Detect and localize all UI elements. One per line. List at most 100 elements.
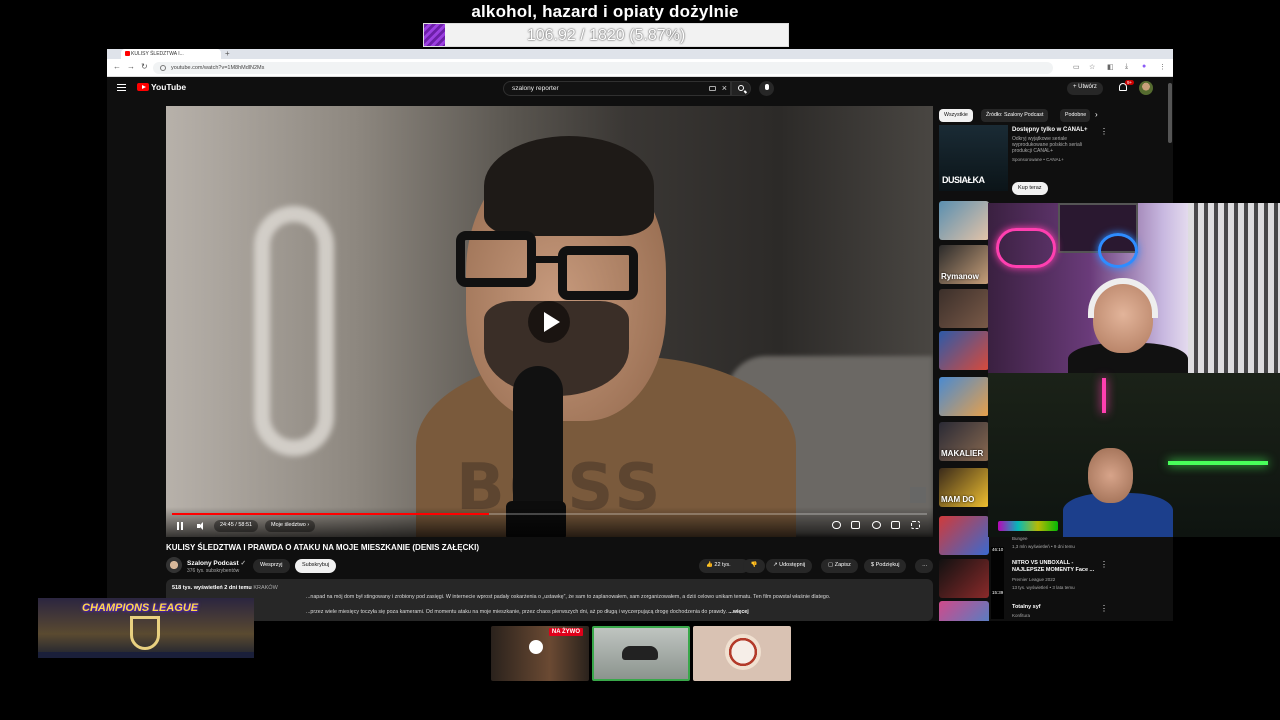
hamburger-menu-icon[interactable] <box>117 84 126 91</box>
thumbs-down-icon: 👎 <box>750 562 758 568</box>
champions-league-logo: CHAMPIONS LEAGUE <box>82 602 199 614</box>
location-tag[interactable]: KRAKÓW <box>253 585 277 591</box>
search-button[interactable] <box>731 81 751 96</box>
cast-icon[interactable]: ▭ <box>1073 63 1080 71</box>
clear-search-icon[interactable]: × <box>722 83 727 93</box>
chip-all[interactable]: Wszystkie <box>939 109 973 122</box>
channel-watermark-icon[interactable] <box>910 487 926 503</box>
recommended-thumbnail[interactable] <box>939 331 989 370</box>
totalny-title[interactable]: Totalny syf <box>1012 604 1102 611</box>
ad-title[interactable]: Dostępny tylko w CANAL+ <box>1012 127 1088 133</box>
dislike-button[interactable]: 👎 <box>743 559 765 573</box>
browser-tab-active[interactable]: KULISY ŚLEDZTWA I... <box>121 49 221 59</box>
save-button[interactable]: ▢ Zapisz <box>821 559 858 573</box>
nitro-more-icon[interactable]: ⋮ <box>1100 560 1108 569</box>
thanks-label: Podziękuj <box>875 562 900 568</box>
nitro-channel: Premier League 2022 <box>1012 577 1056 582</box>
channel-name[interactable]: Szalony Podcast ✓ <box>187 559 246 567</box>
volume-icon[interactable] <box>197 522 205 530</box>
search-value: szalony reporter <box>512 85 559 92</box>
overlay-bar <box>38 652 254 658</box>
search-input[interactable]: szalony reporter × <box>503 81 731 96</box>
nitro-title[interactable]: NITRO VS UNBOXALL - NAJLEPSZE MOMENTY Fa… <box>1012 560 1102 574</box>
support-button[interactable]: Wesprzyj <box>253 559 290 573</box>
address-bar[interactable]: youtube.com/watch?v=1M8hMdlN2Ms <box>153 62 1053 74</box>
autoplay-toggle-icon[interactable] <box>832 521 841 529</box>
notification-count-badge: 9+ <box>1125 80 1135 85</box>
recommended-thumbnail[interactable] <box>939 201 989 240</box>
theater-mode-icon[interactable] <box>891 521 900 529</box>
rgb-keyboard <box>998 521 1058 531</box>
car-card[interactable] <box>592 626 690 681</box>
url-text: youtube.com/watch?v=1M8hMdlN2Ms <box>171 65 265 71</box>
totalny-more-icon[interactable]: ⋮ <box>1100 604 1108 613</box>
chapter-button[interactable]: Moje śledztwo › <box>265 520 316 532</box>
subscribe-button[interactable]: Subskrybuj <box>295 559 337 573</box>
chevron-right-icon[interactable]: › <box>1095 110 1098 119</box>
recommended-thumbnail[interactable] <box>939 377 989 416</box>
channel-avatar[interactable] <box>166 557 182 573</box>
neon-strip-pink <box>1102 378 1106 413</box>
recommended-thumbnail[interactable] <box>939 289 989 328</box>
extensions-icon[interactable]: ◧ <box>1107 63 1114 71</box>
forward-icon[interactable]: → <box>127 62 135 71</box>
description-line-2: ...przez wiele miesięcy toczyła się poza… <box>306 609 749 615</box>
description-box[interactable]: 518 tys. wyświetleń 2 dni temu KRAKÓW ..… <box>166 579 933 621</box>
youtube-logo-text: YouTube <box>151 82 187 92</box>
video-player[interactable]: BOSS 24:45 / 58:51 Moje śledztwo › <box>166 106 933 537</box>
like-button[interactable]: 👍 22 tys. <box>699 559 749 573</box>
play-icon[interactable] <box>528 301 570 343</box>
scrollbar-thumb[interactable] <box>1168 83 1172 143</box>
chip-source[interactable]: Źródło: Szalony Podcast <box>981 109 1049 122</box>
food-plate-icon <box>725 634 761 670</box>
voice-search-button[interactable] <box>759 81 774 96</box>
ad-buy-button[interactable]: Kup teraz <box>1012 182 1048 195</box>
new-tab-icon[interactable]: + <box>225 49 230 59</box>
recommended-thumbnail[interactable] <box>939 516 989 555</box>
downloads-icon[interactable]: ⤓ <box>1125 63 1128 71</box>
food-card[interactable] <box>693 626 791 681</box>
show-more-link[interactable]: ...więcej <box>728 609 748 615</box>
cam-curtain <box>1188 203 1280 373</box>
bookmark-star-icon[interactable]: ☆ <box>1089 63 1095 71</box>
recommended-thumbnail[interactable]: Rymanow <box>939 245 989 284</box>
share-button[interactable]: ↗ Udostępnij <box>766 559 813 573</box>
player-controls: 24:45 / 58:51 Moje śledztwo › <box>166 507 933 537</box>
live-stream-card[interactable]: NA ŻYWO <box>491 626 589 681</box>
fullscreen-icon[interactable] <box>911 521 920 529</box>
ad-more-icon[interactable]: ⋮ <box>1100 127 1108 136</box>
browser-menu-icon[interactable]: ⋮ <box>1159 63 1166 71</box>
recommended-thumbnail[interactable] <box>939 601 989 621</box>
site-info-icon[interactable] <box>160 65 166 71</box>
settings-gear-icon[interactable] <box>872 521 881 529</box>
youtube-logo[interactable]: YouTube <box>137 82 186 92</box>
thanks-button[interactable]: $ Podziękuj <box>864 559 907 573</box>
nitro-duration: 15:39 <box>991 590 1005 619</box>
progress-bar[interactable] <box>172 513 927 515</box>
recommended-thumbnail[interactable]: MAM DO <box>939 468 989 507</box>
pause-icon[interactable] <box>177 522 183 530</box>
user-avatar[interactable] <box>1139 81 1153 95</box>
back-icon[interactable]: ← <box>113 62 121 71</box>
subtitles-icon[interactable] <box>851 521 860 529</box>
reload-icon[interactable]: ↻ <box>141 62 148 71</box>
glasses-right <box>558 246 638 300</box>
thumbnail-label: MAKALIER <box>941 449 984 458</box>
profile-icon[interactable]: ● <box>1142 63 1146 70</box>
more-actions-button[interactable]: … <box>915 559 933 573</box>
goal-progress-bar: 106.92 / 1820 (5.87%) <box>423 23 789 47</box>
champions-league-overlay: CHAMPIONS LEAGUE <box>38 598 254 658</box>
ad-thumbnail[interactable]: DUSIAŁKA <box>939 125 1008 191</box>
recommended-thumbnail[interactable]: MAKALIER <box>939 422 989 461</box>
thumbnail-label: MAM DO <box>941 495 975 504</box>
create-button[interactable]: + Utwórz <box>1067 82 1103 95</box>
chip-similar[interactable]: Podobne <box>1060 109 1090 122</box>
description-line-2-text: ...przez wiele miesięcy toczyła się poza… <box>306 609 727 615</box>
save-label: Zapisz <box>834 562 851 568</box>
recommended-thumbnail[interactable] <box>939 559 989 598</box>
description-line-1: ...napad na mój dom był stingowany i zro… <box>306 594 831 600</box>
search-icon <box>738 85 744 91</box>
nitro-meta: 13 tys. wyświetleń • 3 lata temu <box>1012 585 1075 590</box>
keyboard-icon[interactable] <box>709 86 716 91</box>
neon-sign-blue <box>1098 233 1138 268</box>
